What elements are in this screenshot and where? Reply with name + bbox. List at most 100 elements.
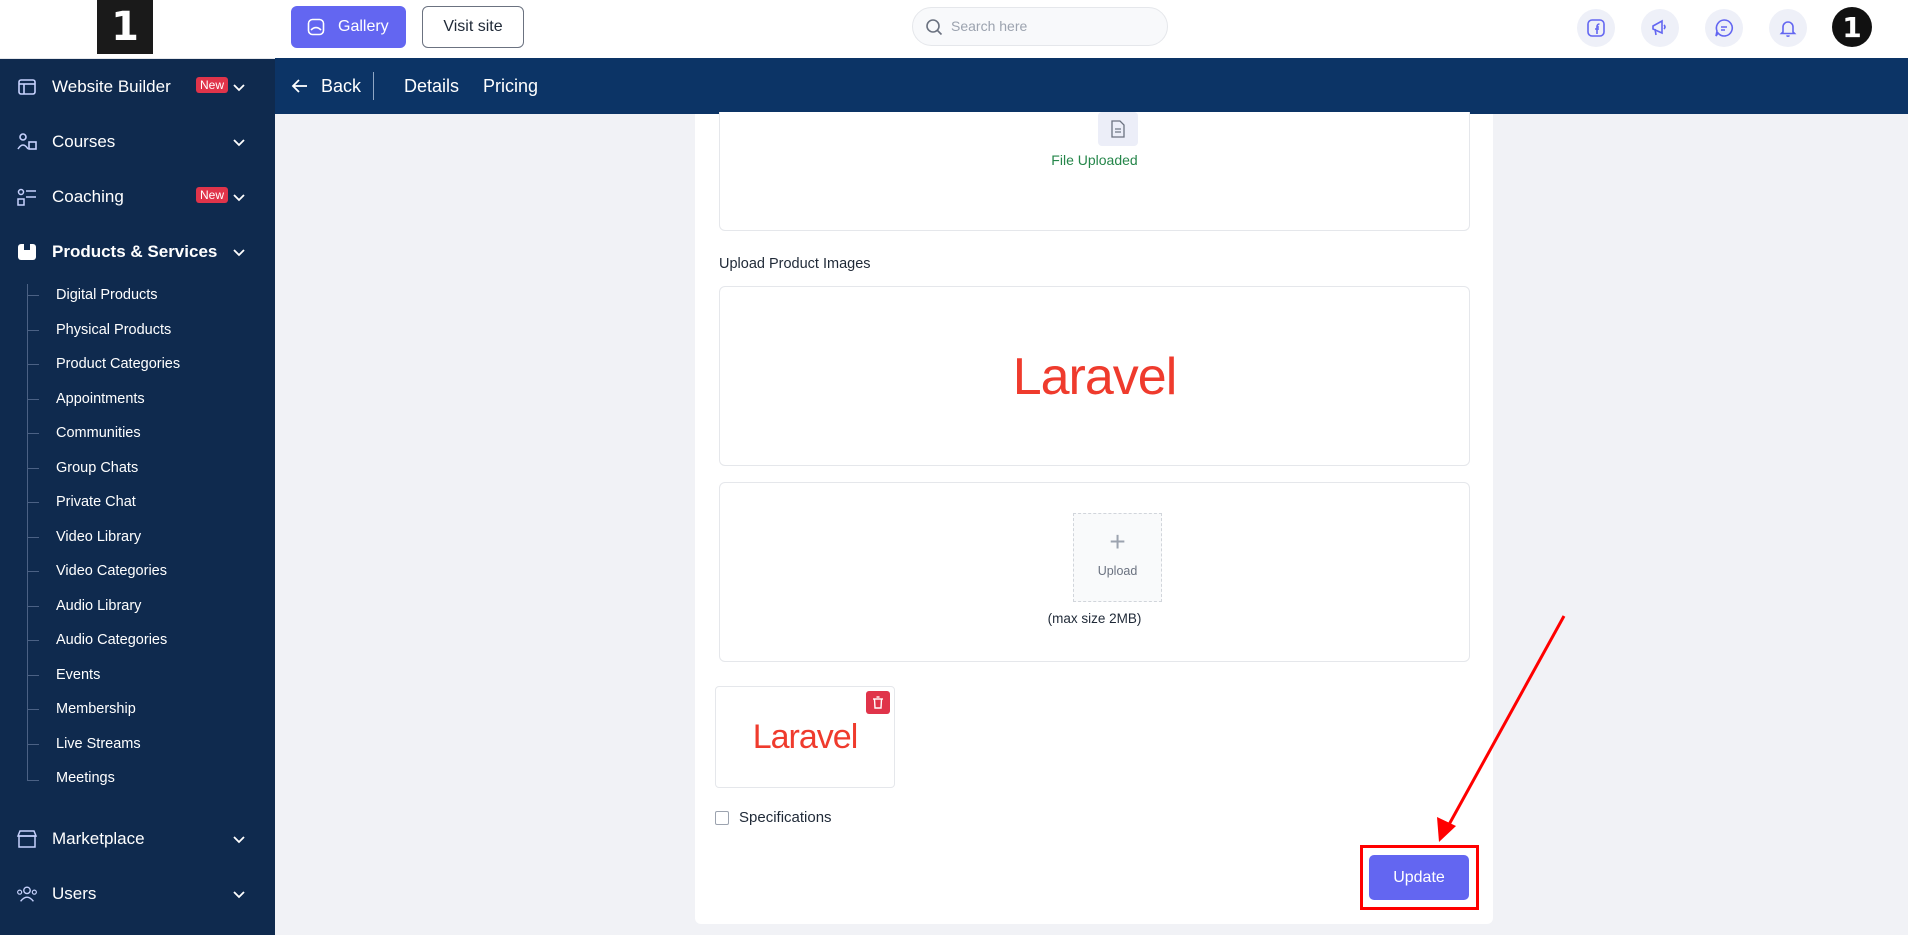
- chevron-down-icon: [233, 249, 245, 257]
- sidebar-subitem-communities[interactable]: Communities: [56, 423, 141, 443]
- search-bar[interactable]: Search here: [912, 7, 1168, 46]
- delete-image-button[interactable]: [866, 691, 890, 714]
- sidebar-item-marketplace[interactable]: Marketplace: [0, 812, 275, 866]
- sidebar-subitem-digital-products[interactable]: Digital Products: [56, 285, 158, 305]
- upload-label: Upload: [1097, 564, 1138, 578]
- tree-tick: [27, 606, 39, 607]
- tree-tick: [27, 571, 39, 572]
- sidebar-item-label: Coaching: [52, 187, 124, 206]
- file-upload-box[interactable]: File Uploaded: [719, 112, 1470, 231]
- logo-area: 1: [0, 0, 275, 59]
- sidebar-item-website-builder[interactable]: Website Builder New: [0, 60, 275, 114]
- tree-tick: [27, 780, 39, 781]
- courses-icon: [16, 131, 38, 153]
- product-image-preview: Laravel: [719, 286, 1470, 466]
- avatar[interactable]: 1: [1832, 7, 1872, 47]
- sidebar-subitem-events[interactable]: Events: [56, 665, 100, 685]
- tree-tick: [27, 468, 39, 469]
- chevron-down-icon: [233, 84, 245, 92]
- chevron-down-icon: [233, 194, 245, 202]
- chat-icon: [1715, 19, 1733, 37]
- trash-icon: [873, 696, 883, 709]
- sidebar-subitem-meetings[interactable]: Meetings: [56, 768, 115, 788]
- file-icon: [1098, 112, 1138, 146]
- sidebar-subitem-video-categories[interactable]: Video Categories: [56, 561, 167, 581]
- messages-button[interactable]: [1705, 9, 1743, 47]
- sidebar-item-coaching[interactable]: Coaching New: [0, 170, 275, 224]
- sidebar-subitem-membership[interactable]: Membership: [56, 699, 136, 719]
- sidebar-item-label: Users: [52, 884, 97, 903]
- chevron-down-icon: [233, 891, 245, 899]
- sidebar-subitem-product-categories[interactable]: Product Categories: [56, 354, 180, 374]
- sidebar-item-label: Courses: [52, 132, 116, 151]
- tree-tick: [27, 744, 39, 745]
- arrow-left-icon: [291, 79, 307, 93]
- sidebar-item-products-services[interactable]: Products & Services: [0, 225, 275, 279]
- sidebar-subitem-audio-categories[interactable]: Audio Categories: [56, 630, 167, 650]
- new-badge: New: [196, 77, 229, 93]
- sidebar-subitem-video-library[interactable]: Video Library: [56, 527, 141, 547]
- annotation-arrow: [1437, 615, 1566, 842]
- plus-icon: +: [1109, 526, 1126, 557]
- visit-site-button[interactable]: Visit site: [422, 6, 524, 48]
- brand-logo[interactable]: 1: [97, 0, 153, 54]
- update-button[interactable]: Update: [1369, 855, 1469, 900]
- sidebar-item-label: Products & Services: [52, 242, 218, 261]
- avatar-text: 1: [1842, 10, 1862, 44]
- topbar: Gallery Visit site Search here 1: [275, 0, 1908, 59]
- search-icon: [926, 19, 943, 36]
- back-button[interactable]: Back: [291, 58, 361, 114]
- box-icon: [16, 241, 38, 263]
- specifications-toggle[interactable]: Specifications: [715, 809, 832, 826]
- announcements-button[interactable]: [1641, 9, 1679, 47]
- tree-tick: [27, 502, 39, 503]
- image-upload-area: + Upload (max size 2MB): [719, 482, 1470, 662]
- subheader: Back Details Pricing: [275, 58, 1908, 114]
- tree-tick: [27, 399, 39, 400]
- tree-tick: [27, 675, 39, 676]
- facebook-button[interactable]: [1577, 9, 1615, 47]
- logo-text: 1: [111, 4, 139, 50]
- megaphone-icon: [1652, 19, 1666, 36]
- sidebar-item-users[interactable]: Users: [0, 867, 275, 921]
- sidebar-subitem-live-streams[interactable]: Live Streams: [56, 734, 141, 754]
- tab-pricing[interactable]: Pricing: [483, 58, 538, 114]
- tree-tick: [27, 709, 39, 710]
- sidebar: 1 Website Builder New Courses Coaching N…: [0, 0, 275, 935]
- back-label: Back: [321, 75, 362, 96]
- laravel-thumb-logo: Laravel: [752, 718, 859, 756]
- notifications-button[interactable]: [1769, 9, 1807, 47]
- sidebar-subitem-physical-products[interactable]: Physical Products: [56, 320, 171, 340]
- sidebar-subitem-appointments[interactable]: Appointments: [56, 389, 145, 409]
- users-icon: [16, 883, 38, 905]
- sidebar-subitem-audio-library[interactable]: Audio Library: [56, 596, 141, 616]
- gallery-label: Gallery: [338, 18, 389, 35]
- bell-icon: [1779, 21, 1797, 37]
- sidebar-item-label: Marketplace: [52, 829, 145, 848]
- tree-tick: [27, 433, 39, 434]
- upload-tile[interactable]: + Upload: [1073, 513, 1162, 602]
- layout-icon: [16, 76, 38, 98]
- gallery-button[interactable]: Gallery: [291, 6, 406, 48]
- specifications-label: Specifications: [739, 809, 832, 826]
- specifications-checkbox[interactable]: [715, 810, 729, 825]
- sidebar-subitem-private-chat[interactable]: Private Chat: [56, 492, 136, 512]
- sidebar-subitem-group-chats[interactable]: Group Chats: [56, 458, 138, 478]
- laravel-logo: Laravel: [1012, 348, 1178, 406]
- chevron-down-icon: [233, 836, 245, 844]
- image-thumbnail: Laravel: [715, 686, 895, 788]
- sidebar-item-label: Website Builder: [52, 77, 171, 96]
- file-uploaded-status: File Uploaded: [1051, 152, 1138, 168]
- store-icon: [16, 828, 38, 850]
- facebook-icon: [1587, 19, 1605, 37]
- sidebar-item-courses[interactable]: Courses: [0, 115, 275, 169]
- upload-product-images-label: Upload Product Images: [719, 256, 871, 272]
- tab-details[interactable]: Details: [404, 58, 459, 114]
- chevron-down-icon: [233, 139, 245, 147]
- new-badge: New: [196, 187, 229, 203]
- divider: [373, 72, 374, 100]
- tree-tick: [27, 295, 39, 296]
- form-card: File Uploaded Upload Product Images Lara…: [695, 112, 1493, 924]
- tree-tick: [27, 364, 39, 365]
- gallery-icon: [307, 18, 325, 36]
